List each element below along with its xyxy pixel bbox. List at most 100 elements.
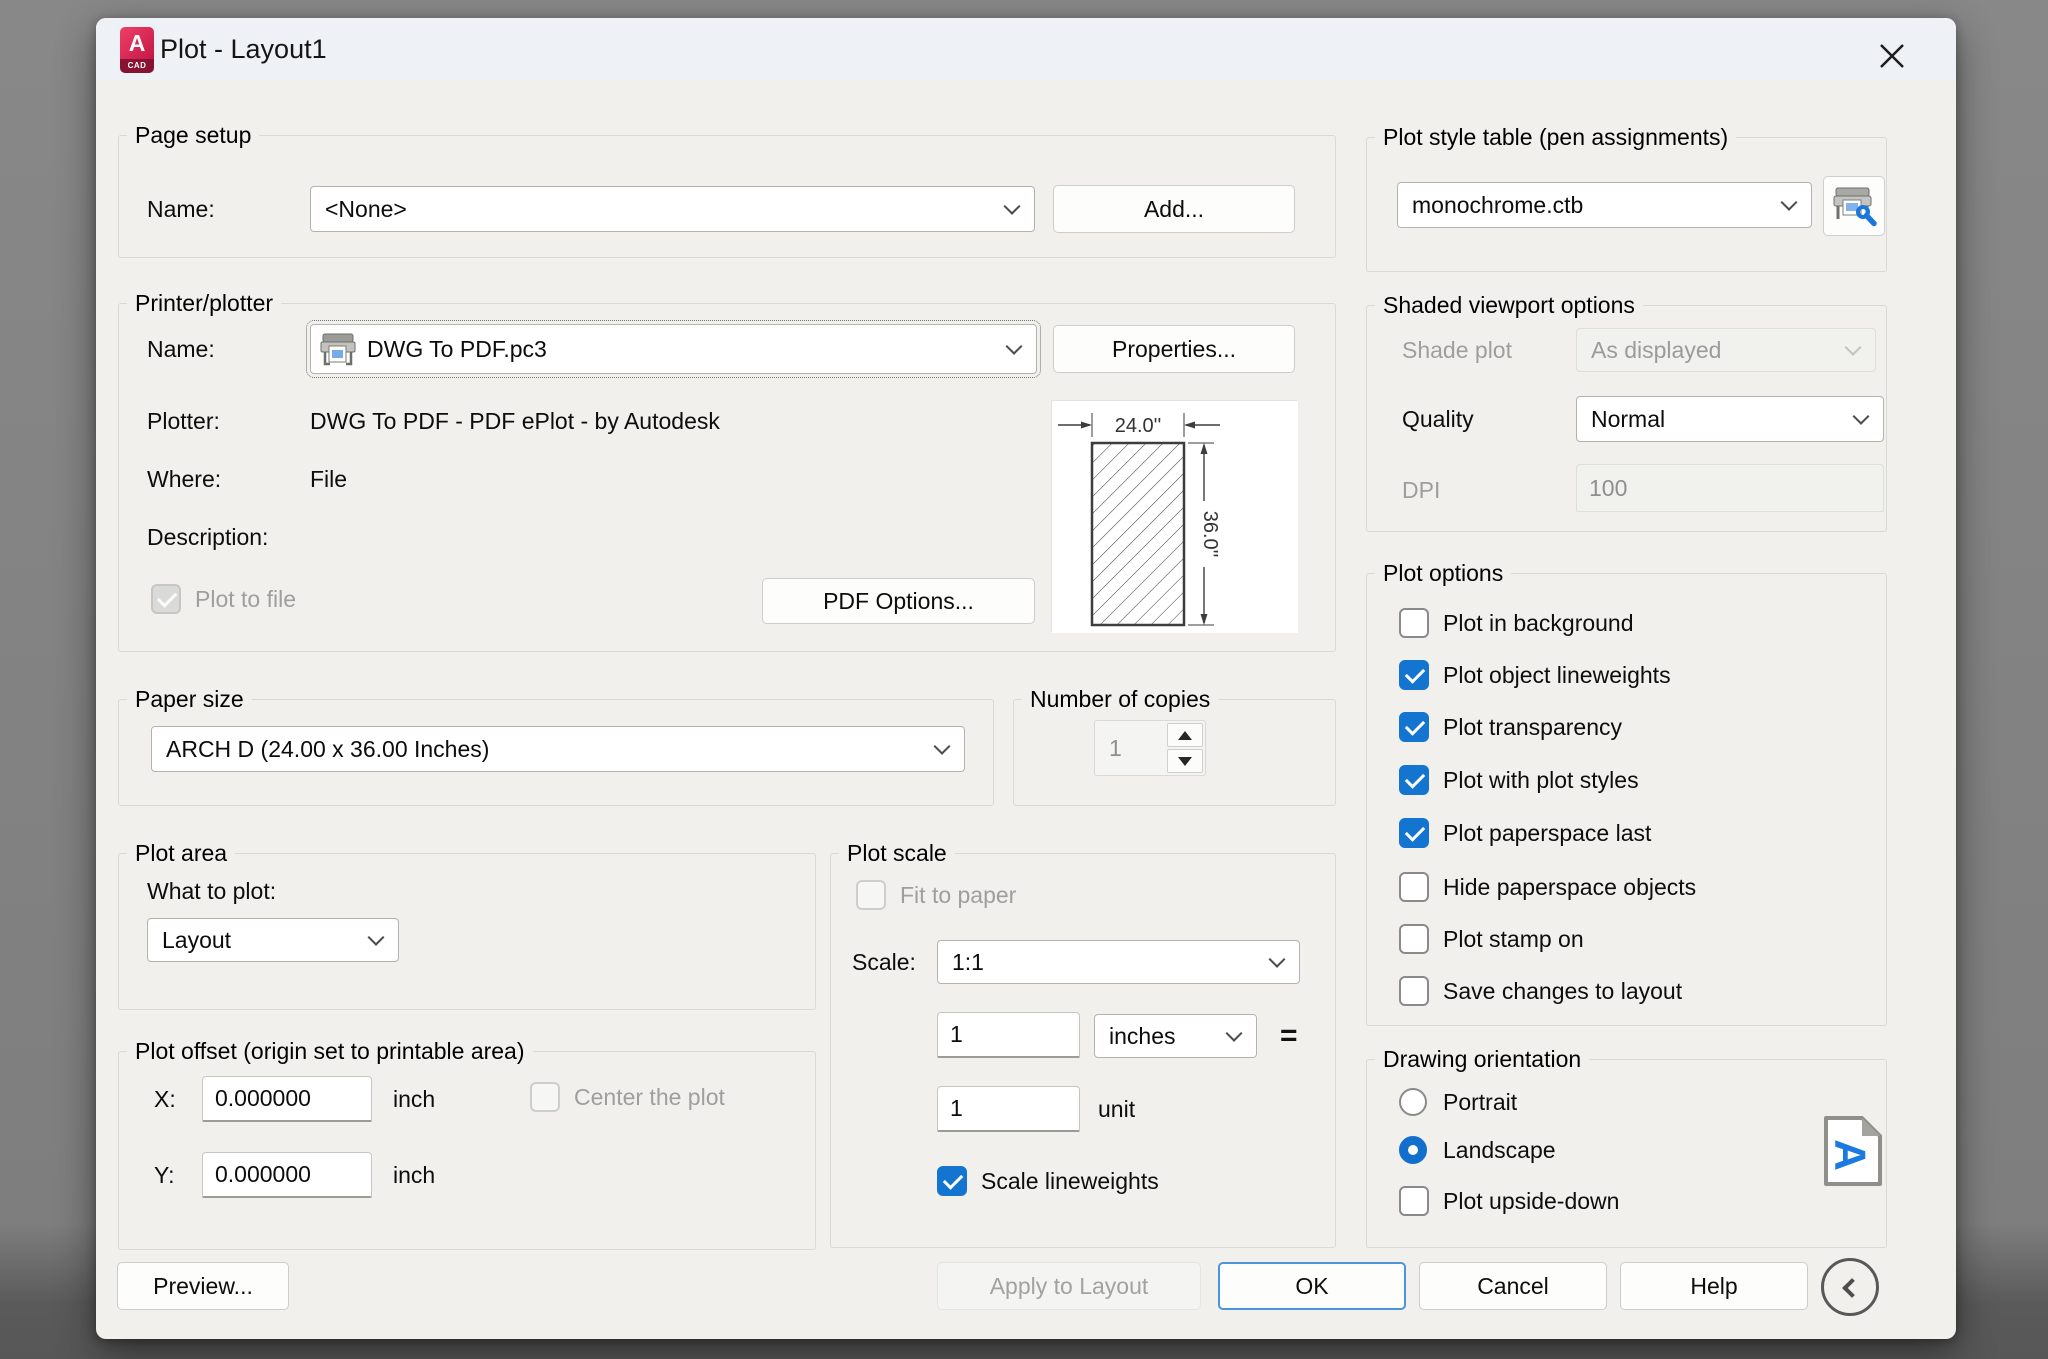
plot-style-legend: Plot style table (pen assignments) — [1375, 124, 1736, 151]
scale-paper-unit-value: inches — [1109, 1023, 1175, 1050]
what-to-plot-value: Layout — [162, 927, 231, 954]
copies-legend: Number of copies — [1022, 686, 1218, 713]
less-options-button[interactable] — [1821, 1258, 1879, 1316]
properties-button[interactable]: Properties... — [1053, 325, 1295, 373]
plot-options-legend: Plot options — [1375, 560, 1511, 587]
close-button[interactable] — [1868, 32, 1916, 80]
offset-y-input[interactable] — [202, 1152, 372, 1198]
plot-upside-down-checkbox[interactable] — [1399, 1186, 1429, 1216]
printer-name-label: Name: — [147, 325, 215, 373]
shade-plot-label: Shade plot — [1402, 328, 1512, 372]
plot-scale-legend: Plot scale — [839, 840, 955, 867]
printer-name-select[interactable]: DWG To PDF.pc3 — [310, 324, 1037, 374]
plot-style-select[interactable]: monochrome.ctb — [1397, 182, 1812, 228]
apply-to-layout-button: Apply to Layout — [937, 1262, 1201, 1310]
scale-lineweights-checkbox[interactable] — [937, 1166, 967, 1196]
plot-style-value: monochrome.ctb — [1412, 192, 1583, 219]
plot-stamp-on-checkbox[interactable] — [1399, 924, 1429, 954]
save-changes-to-layout-label: Save changes to layout — [1443, 976, 1682, 1006]
paper-preview: 24.0'' 36.0'' — [1051, 400, 1297, 632]
chevron-down-icon — [1781, 194, 1798, 211]
edit-plot-style-button[interactable] — [1823, 176, 1885, 236]
plot-offset-legend: Plot offset (origin set to printable are… — [127, 1038, 533, 1065]
portrait-label: Portrait — [1443, 1088, 1517, 1116]
shade-plot-select: As displayed — [1576, 328, 1876, 372]
plotter-value: DWG To PDF - PDF ePlot - by Autodesk — [310, 406, 720, 436]
shaded-viewport-legend: Shaded viewport options — [1375, 292, 1643, 319]
dpi-input — [1576, 464, 1884, 512]
offset-y-unit: inch — [393, 1152, 435, 1198]
paper-preview-drawing: 24.0'' 36.0'' — [1052, 401, 1298, 633]
offset-x-label: X: — [154, 1076, 176, 1122]
chevron-down-icon — [1226, 1025, 1243, 1042]
copies-spinner: 1 — [1094, 720, 1206, 776]
page-setup-name-select[interactable]: <None> — [310, 186, 1035, 232]
offset-x-input[interactable] — [202, 1076, 372, 1122]
paper-size-legend: Paper size — [127, 686, 252, 713]
pdf-options-button[interactable]: PDF Options... — [762, 578, 1035, 624]
close-icon — [1876, 40, 1908, 72]
hide-paperspace-objects-checkbox[interactable] — [1399, 872, 1429, 902]
landscape-label: Landscape — [1443, 1136, 1556, 1164]
landscape-radio[interactable] — [1399, 1136, 1427, 1164]
plot-stamp-on-label: Plot stamp on — [1443, 924, 1584, 954]
scale-drawing-units-input[interactable] — [937, 1086, 1080, 1132]
plot-paperspace-last-label: Plot paperspace last — [1443, 818, 1651, 848]
chevron-down-icon — [1269, 951, 1286, 968]
quality-label: Quality — [1402, 396, 1474, 442]
plot-area-legend: Plot area — [127, 840, 235, 867]
fit-to-paper-label: Fit to paper — [900, 880, 1016, 910]
what-to-plot-label: What to plot: — [147, 876, 276, 906]
plot-with-plot-styles-checkbox[interactable] — [1399, 765, 1429, 795]
preview-height-dimension: 36.0'' — [1199, 511, 1221, 558]
window-title: Plot - Layout1 — [160, 18, 327, 80]
scale-paper-units-input[interactable] — [937, 1012, 1080, 1058]
plot-dialog: A CAD Plot - Layout1 Page setup Name: <N… — [96, 18, 1956, 1339]
what-to-plot-select[interactable]: Layout — [147, 918, 399, 962]
plot-in-background-checkbox[interactable] — [1399, 608, 1429, 638]
help-button[interactable]: Help — [1620, 1262, 1808, 1310]
quality-select[interactable]: Normal — [1576, 396, 1884, 442]
where-label: Where: — [147, 464, 221, 494]
scale-select[interactable]: 1:1 — [937, 940, 1300, 984]
ok-button[interactable]: OK — [1218, 1262, 1406, 1310]
page-setup-name-label: Name: — [147, 186, 215, 232]
quality-value: Normal — [1591, 406, 1665, 433]
scale-value: 1:1 — [952, 949, 984, 976]
save-changes-to-layout-checkbox[interactable] — [1399, 976, 1429, 1006]
spinner-down-icon — [1178, 757, 1192, 766]
plot-to-file-label: Plot to file — [195, 584, 296, 614]
printer-legend: Printer/plotter — [127, 290, 281, 317]
landscape-orientation-icon: A — [1820, 1112, 1886, 1190]
chevron-down-icon — [1845, 339, 1862, 356]
autocad-logo-icon: A CAD — [120, 27, 154, 73]
chevron-down-icon — [1004, 198, 1021, 215]
printer-icon — [319, 331, 357, 367]
add-page-setup-button[interactable]: Add... — [1053, 185, 1295, 233]
plot-transparency-checkbox[interactable] — [1399, 712, 1429, 742]
preview-button[interactable]: Preview... — [117, 1262, 289, 1310]
svg-text:A: A — [1826, 1139, 1875, 1171]
plot-object-lineweights-checkbox[interactable] — [1399, 660, 1429, 690]
scale-paper-unit-select[interactable]: inches — [1094, 1014, 1257, 1058]
printer-name-value: DWG To PDF.pc3 — [367, 336, 547, 363]
scale-label: Scale: — [852, 940, 916, 984]
hide-paperspace-objects-label: Hide paperspace objects — [1443, 872, 1696, 902]
chevron-down-icon — [368, 929, 385, 946]
autocad-logo-sub: CAD — [120, 59, 154, 73]
plot-with-plot-styles-label: Plot with plot styles — [1443, 765, 1639, 795]
title-bar: A CAD Plot - Layout1 — [96, 18, 1956, 80]
paper-size-select[interactable]: ARCH D (24.00 x 36.00 Inches) — [151, 726, 965, 772]
cancel-button[interactable]: Cancel — [1419, 1262, 1607, 1310]
page-setup-name-value: <None> — [325, 196, 407, 223]
center-the-plot-label: Center the plot — [574, 1082, 725, 1112]
plot-paperspace-last-checkbox[interactable] — [1399, 818, 1429, 848]
description-label: Description: — [147, 522, 268, 552]
copies-decrement-button — [1167, 749, 1203, 773]
portrait-radio[interactable] — [1399, 1088, 1427, 1116]
center-the-plot-checkbox — [530, 1082, 560, 1112]
offset-y-label: Y: — [154, 1152, 174, 1198]
plotter-label: Plotter: — [147, 406, 220, 436]
offset-x-unit: inch — [393, 1076, 435, 1122]
plot-object-lineweights-label: Plot object lineweights — [1443, 660, 1671, 690]
